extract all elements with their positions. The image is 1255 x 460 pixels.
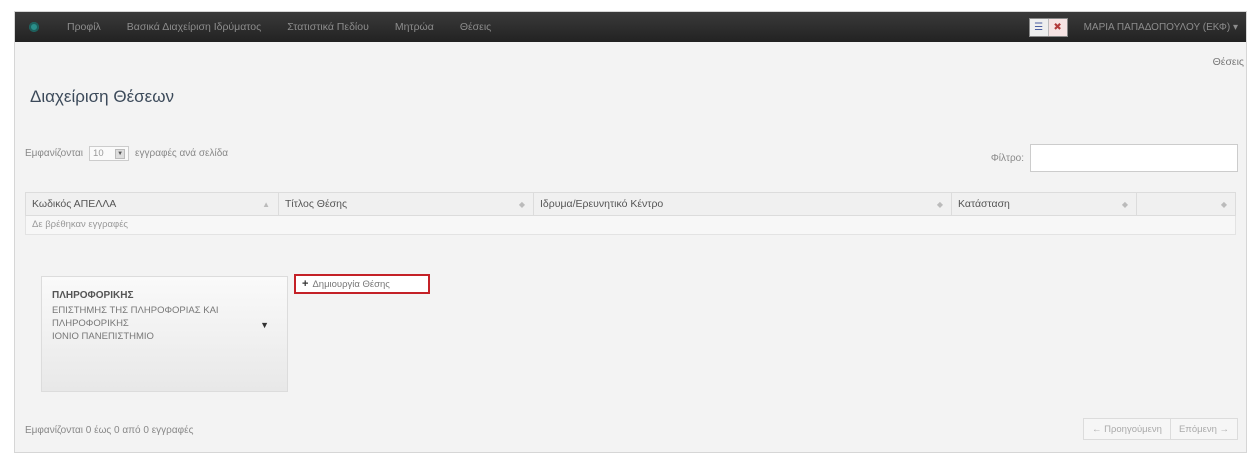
language-en-icon[interactable]: ☰ — [1030, 18, 1049, 36]
column-header-position-title[interactable]: Τίτλος Θέσης ◆ — [279, 193, 534, 215]
column-header-label: Κωδικός ΑΠΕΛΛΑ — [32, 198, 117, 210]
department-line-1: ΕΠΙΣΤΗΜΗΣ ΤΗΣ ΠΛΗΡΟΦΟΡΙΑΣ ΚΑΙ — [52, 305, 219, 316]
table-header: Κωδικός ΑΠΕΛΛΑ ▲ Τίτλος Θέσης ◆ Ιδρυμα/Ε… — [25, 192, 1236, 216]
column-header-label: Τίτλος Θέσης — [285, 198, 348, 210]
column-header-actions[interactable]: ◆ — [1137, 193, 1235, 215]
positions-table: Κωδικός ΑΠΕΛΛΑ ▲ Τίτλος Θέσης ◆ Ιδρυμα/Ε… — [25, 192, 1236, 235]
department-title: ΠΛΗΡΟΦΟΡΙΚΗΣ — [52, 290, 134, 301]
sort-asc-icon: ▲ — [262, 199, 270, 209]
nav-item-institution-admin[interactable]: Βασικά Διαχείριση Ιδρύματος — [127, 21, 261, 33]
chevron-down-icon: ▼ — [115, 148, 126, 159]
previous-page-button[interactable]: ← Προηγούμενη — [1082, 418, 1171, 440]
filter-label: Φίλτρο: — [990, 152, 1024, 164]
navbar-right: ☰ ✖ ΜΑΡΙΑ ΠΑΠΑΔΟΠΟΥΛΟΥ (ΕΚΦ) ▾ — [1028, 12, 1238, 42]
app-logo[interactable] — [29, 22, 39, 32]
nav-item-statistics[interactable]: Στατιστικά Πεδίου — [287, 21, 369, 33]
sort-icon: ◆ — [1121, 199, 1128, 209]
user-menu[interactable]: ΜΑΡΙΑ ΠΑΠΑΔΟΠΟΥΛΟΥ (ΕΚΦ) ▾ — [1084, 22, 1238, 33]
create-position-button[interactable]: + Δημιουργία Θέσης — [294, 274, 430, 294]
chevron-down-icon: ▾ — [1232, 21, 1238, 33]
pagination: ← Προηγούμενη Επόμενη → — [1082, 418, 1238, 440]
department-selector-card[interactable]: ΠΛΗΡΟΦΟΡΙΚΗΣ ΕΠΙΣΤΗΜΗΣ ΤΗΣ ΠΛΗΡΟΦΟΡΙΑΣ Κ… — [41, 276, 288, 392]
caret-down-icon[interactable]: ▼ — [260, 319, 269, 332]
page-length-select[interactable]: 10 ▼ — [89, 146, 130, 161]
sort-icon: ◆ — [936, 199, 943, 209]
sort-icon: ◆ — [1220, 199, 1227, 209]
filter-control: Φίλτρο: — [991, 144, 1238, 172]
nav-item-profile[interactable]: Προφίλ — [67, 21, 101, 33]
create-position-label: Δημιουργία Θέσης — [312, 278, 390, 290]
column-header-label: Ιδρυμα/Ερευνητικό Κέντρο — [540, 198, 664, 210]
plus-icon: + — [302, 278, 309, 290]
page-title: Διαχείριση Θέσεων — [30, 87, 175, 106]
column-header-institution[interactable]: Ιδρυμα/Ερευνητικό Κέντρο ◆ — [534, 193, 952, 215]
user-name: ΜΑΡΙΑ ΠΑΠΑΔΟΠΟΥΛΟΥ (ΕΚΦ) — [1083, 21, 1231, 33]
nav-item-positions[interactable]: Θέσεις — [460, 21, 491, 33]
column-header-status[interactable]: Κατάσταση ◆ — [952, 193, 1137, 215]
table-info: Εμφανίζονται 0 έως 0 από 0 εγγραφές — [25, 425, 194, 436]
filter-input[interactable] — [1030, 144, 1238, 172]
sort-icon: ◆ — [518, 199, 525, 209]
breadcrumb: Θέσεις — [1212, 56, 1244, 68]
table-empty-row: Δε βρέθηκαν εγγραφές — [25, 216, 1236, 235]
department-line-3: ΙΟΝΙΟ ΠΑΝΕΠΙΣΤΗΜΙΟ — [52, 331, 154, 342]
language-gr-icon[interactable]: ✖ — [1048, 18, 1067, 36]
app-window: Προφίλ Βασικά Διαχείριση Ιδρύματος Στατι… — [14, 11, 1247, 453]
department-line-2: ΠΛΗΡΟΦΟΡΙΚΗΣ — [52, 318, 129, 329]
page-length-value: 10 — [93, 148, 104, 159]
language-switch: ☰ ✖ — [1028, 17, 1068, 37]
next-page-button[interactable]: Επόμενη → — [1170, 418, 1238, 440]
page-length-control: Εμφανίζονται 10 ▼ εγγραφές ανά σελίδα — [25, 146, 228, 161]
nav-item-registries[interactable]: Μητρώα — [395, 21, 434, 33]
column-header-label: Κατάσταση — [958, 198, 1010, 210]
column-header-apella-code[interactable]: Κωδικός ΑΠΕΛΛΑ ▲ — [26, 193, 279, 215]
page-length-prefix: Εμφανίζονται — [25, 148, 84, 159]
page-length-suffix: εγγραφές ανά σελίδα — [135, 148, 229, 159]
top-navbar: Προφίλ Βασικά Διαχείριση Ιδρύματος Στατι… — [15, 12, 1246, 42]
